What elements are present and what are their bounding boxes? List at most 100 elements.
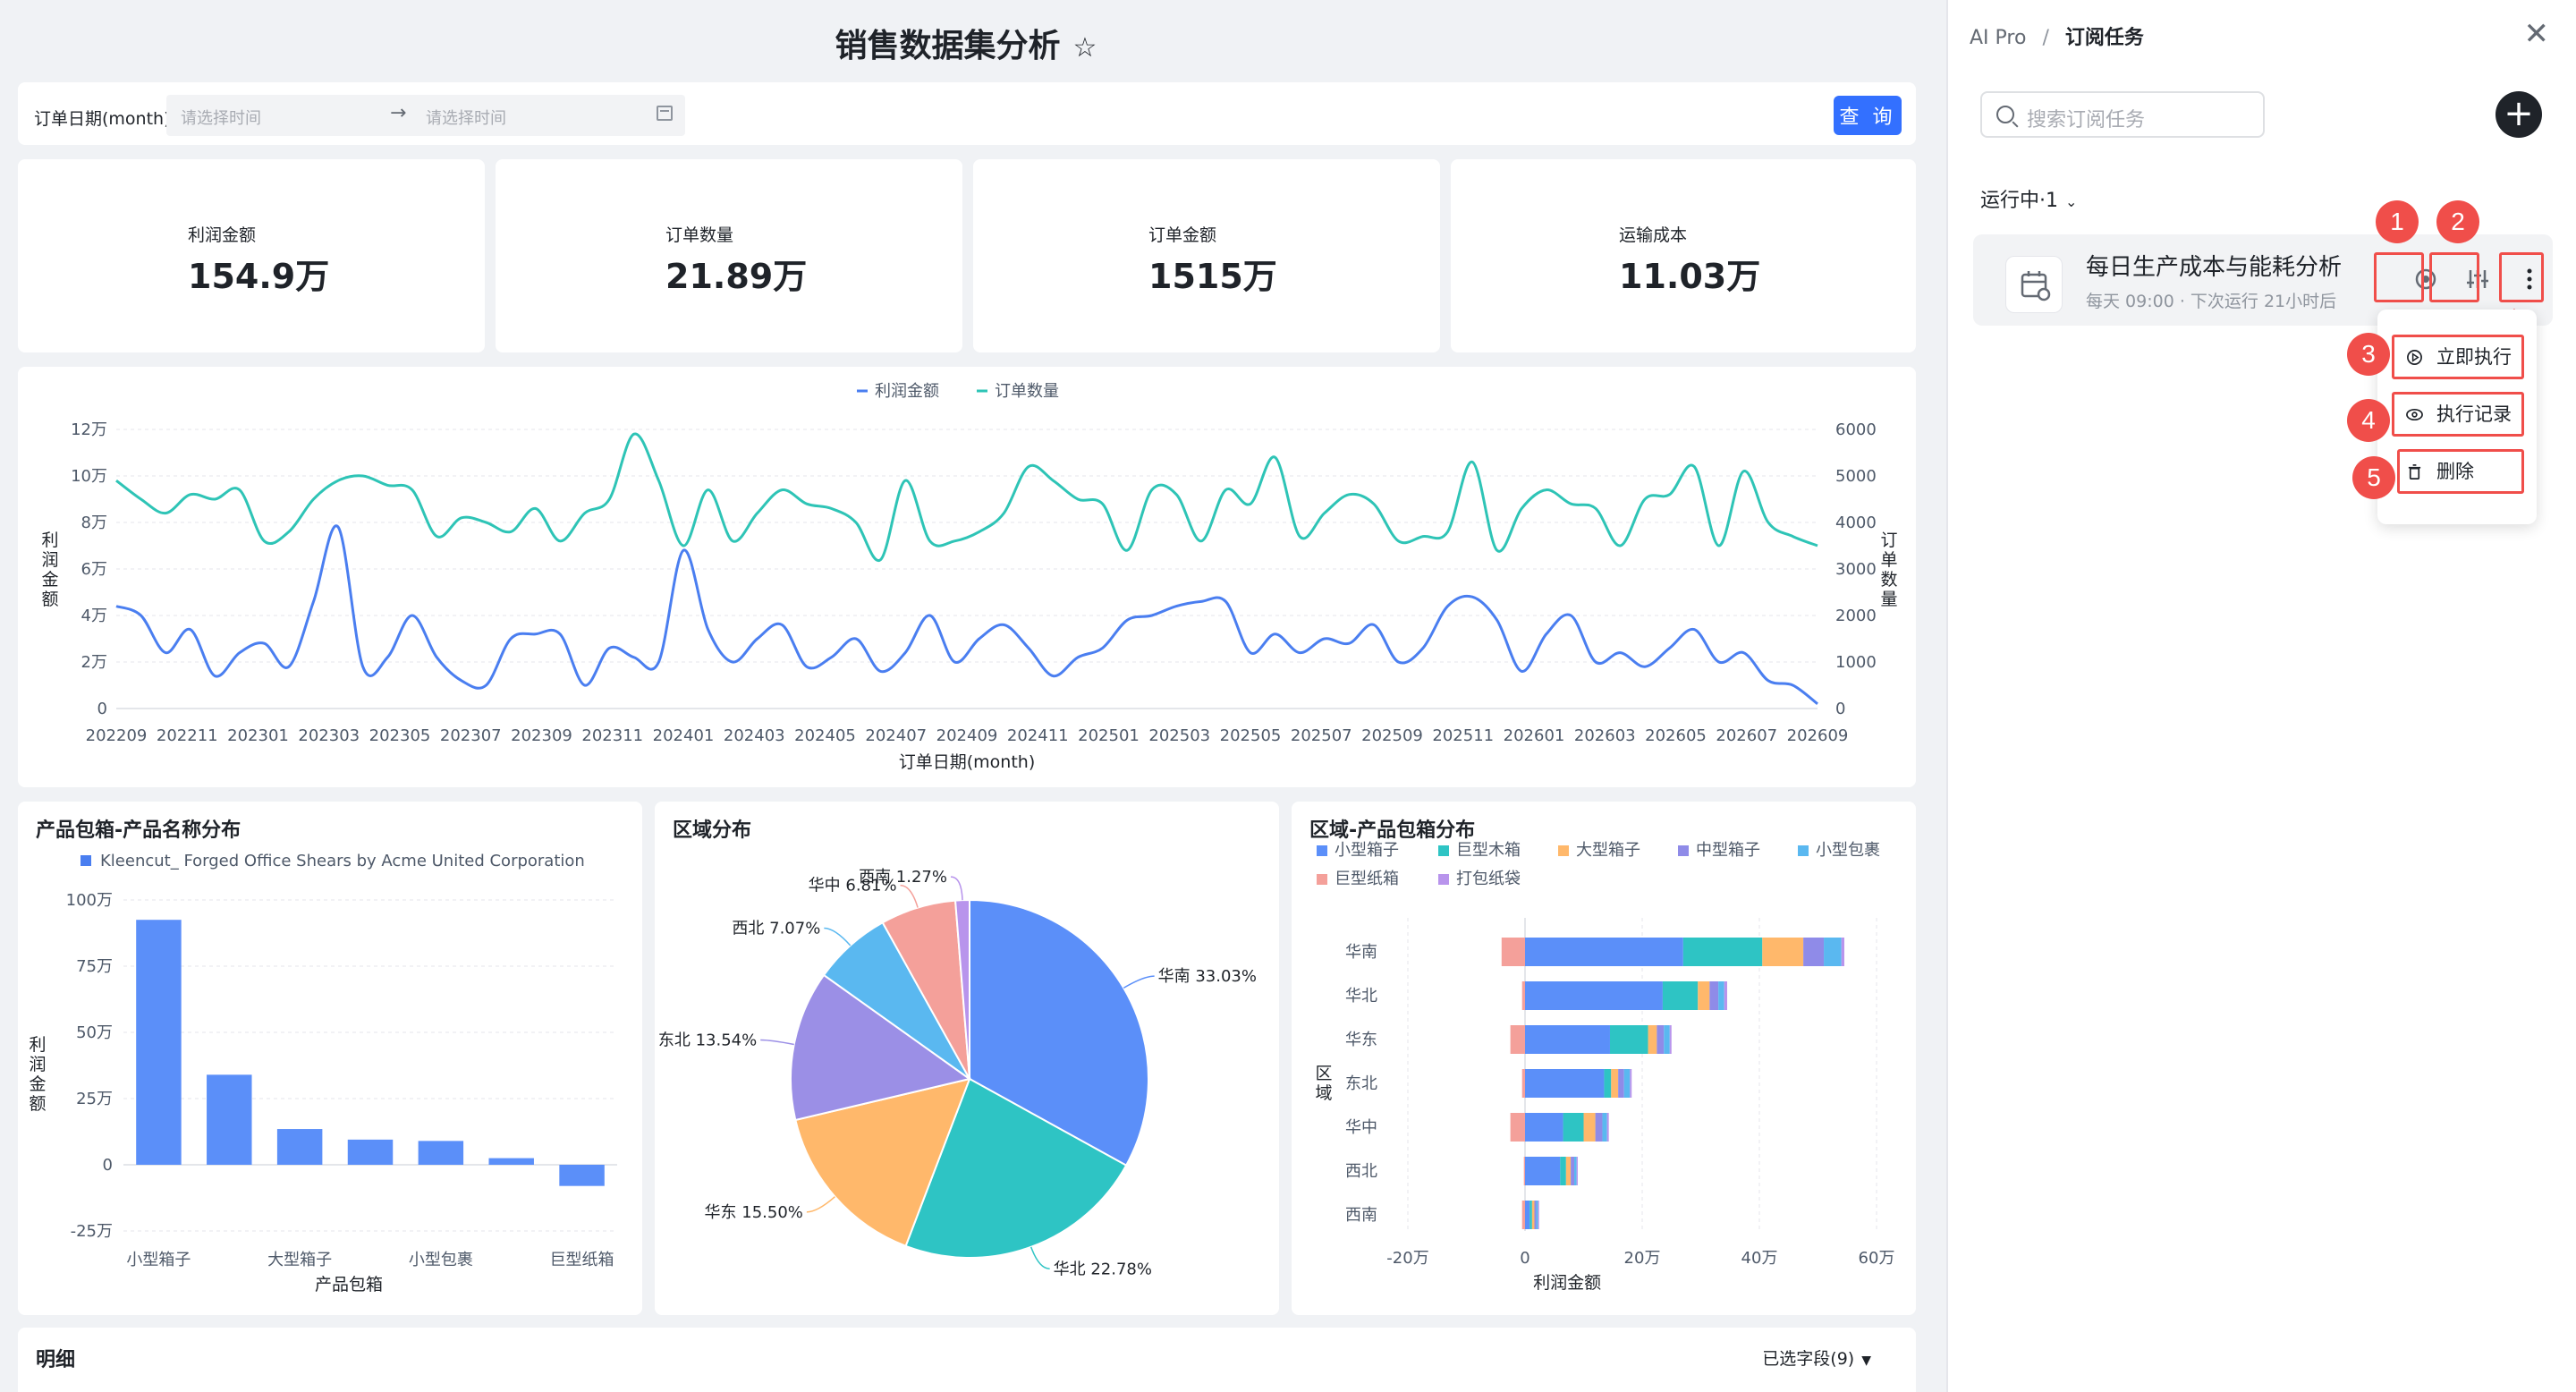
breadcrumb-root[interactable]: AI Pro [1970,27,2026,49]
highlight-box [2397,449,2524,494]
x-tick: 202505 [1220,726,1282,745]
x-tick: 202605 [1645,726,1707,745]
y-tick: 100万 [66,891,113,910]
legend-label: 巨型木箱 [1456,841,1521,860]
y-right-tick: 2000 [1835,607,1877,625]
y-right-tick: 0 [1835,700,1845,718]
calendar-icon[interactable] [657,106,673,121]
legend-label: Kleencut_ Forged Office Shears by Acme U… [100,852,585,870]
y-tick: 50万 [76,1023,113,1042]
y-left-label: 金 [41,570,58,590]
stacked-bar-segment [1698,981,1710,1010]
stacked-bar-segment [1523,1157,1525,1185]
stacked-bar-segment [1501,938,1525,966]
stacked-bar-segment [1669,1025,1672,1054]
line-chart-card: 利润金额 订单数量 0 2万 4万 6万 8万 10万 12万 0 1000 2000 3000 4000… [18,367,1916,787]
bar [488,1158,534,1165]
y-right-tick: 3000 [1835,560,1877,579]
bar [136,920,182,1165]
kpi-label: 订单金额 [1148,225,1217,245]
pie-label: 东北 13.54% [658,1031,757,1050]
stacked-bar-segment [1576,1157,1578,1185]
running-filter[interactable]: 运行中·1 ⌄ [1980,184,2077,213]
y-left-tick: 10万 [71,467,107,486]
annotation-badge: 4 [2347,399,2390,442]
y-right-label: 数 [1880,570,1897,590]
y-tick: 75万 [76,957,113,976]
pie-label: 华东 15.50% [705,1203,803,1222]
highlight-box [2499,252,2544,302]
stacked-bar-segment [1762,938,1804,966]
dashboard: 销售数据集分析 ☆ 订单日期(month) 请选择时间 → 请选择时间 查 询 利… [0,0,1932,1392]
x-tick: 202405 [794,726,856,745]
annotation-badge: 1 [2376,200,2419,243]
add-task-button[interactable]: + [2496,91,2542,138]
end-date-input[interactable]: 请选择时间 [426,106,506,129]
running-filter-label: 运行中·1 [1980,190,2058,212]
stacked-bar-segment [1525,1069,1605,1098]
legend-label: 大型箱子 [1576,841,1640,860]
kpi-value: 11.03万 [1619,257,1761,296]
query-button[interactable]: 查 询 [1834,96,1902,135]
stacked-bar-segment [1583,1113,1596,1142]
kpi-value: 21.89万 [665,257,808,296]
x-axis-label: 利润金额 [1533,1273,1601,1293]
start-date-input[interactable]: 请选择时间 [181,106,261,129]
y-tick: 西南 [1345,1206,1377,1225]
x-tick: 小型箱子 [126,1251,191,1269]
pie-leader [760,1039,794,1046]
x-tick: 202407 [865,726,927,745]
x-tick: 60万 [1859,1249,1895,1268]
x-tick: 202403 [724,726,785,745]
x-tick: 20万 [1624,1249,1661,1268]
pie-leader [1123,975,1155,989]
date-range-picker[interactable]: 请选择时间 → 请选择时间 [166,95,685,136]
legend-label: 小型箱子 [1335,841,1399,860]
y-axis-label: 润 [29,1055,46,1074]
series-line-利润金额 [115,524,1818,705]
stacked-bar-segment [1521,1201,1525,1229]
x-tick: 202411 [1007,726,1069,745]
star-icon[interactable]: ☆ [1073,32,1097,64]
y-axis-label: 区 [1315,1064,1332,1083]
chart-title: 区域分布 [673,819,752,842]
bar [418,1141,464,1165]
stacked-bar-segment [1563,1113,1584,1142]
x-tick: 202311 [581,726,643,745]
stacked-bar-segment [1602,1113,1607,1142]
y-axis-label: 金 [29,1074,46,1094]
close-icon[interactable]: ✕ [2524,16,2550,52]
kpi-value: 1515万 [1148,257,1277,296]
kpi-label: 订单数量 [665,225,734,245]
x-tick: 202601 [1504,726,1565,745]
x-tick: 202307 [440,726,502,745]
stacked-bar-segment [1803,938,1825,966]
stacked-bar-segment [1531,1201,1535,1229]
legend-swatch [1438,845,1449,856]
fields-dropdown-label: 已选字段(9) [1762,1349,1855,1369]
stacked-bar-segment [1604,1069,1612,1098]
fields-dropdown[interactable]: 已选字段(9) ▼ [1762,1345,1871,1370]
stacked-bar-segment [1709,981,1719,1010]
y-left-tick: 2万 [81,653,107,672]
y-right-label: 单 [1880,550,1897,570]
stacked-bar-segment [1618,1069,1624,1098]
y-axis-label: 域 [1315,1083,1332,1103]
pie-leader [824,927,852,946]
stacked-bar-chart: 小型箱子 巨型木箱 大型箱子 中型箱子 小型包裹巨型纸箱 打包纸袋 -20万 0 20万 40万 6… [1315,841,1895,1293]
kpi-label: 利润金额 [188,225,257,245]
x-tick: 40万 [1741,1249,1778,1268]
task-title: 每日生产成本与能耗分析 [2086,254,2343,281]
legend-swatch [80,855,91,866]
details-title: 明细 [36,1349,76,1371]
y-left-tick: 4万 [81,607,107,625]
stacked-bar-segment [1574,1157,1577,1185]
stacked-bar-segment [1510,1025,1525,1054]
stacked-bar-segment [1525,938,1683,966]
search-icon [1996,106,2014,123]
breadcrumb-separator: / [2042,27,2049,49]
y-tick: 华东 [1345,1031,1377,1049]
x-tick: -20万 [1386,1249,1428,1268]
search-input[interactable]: 搜索订阅任务 [1980,91,2265,138]
legend-swatch [1438,874,1449,885]
